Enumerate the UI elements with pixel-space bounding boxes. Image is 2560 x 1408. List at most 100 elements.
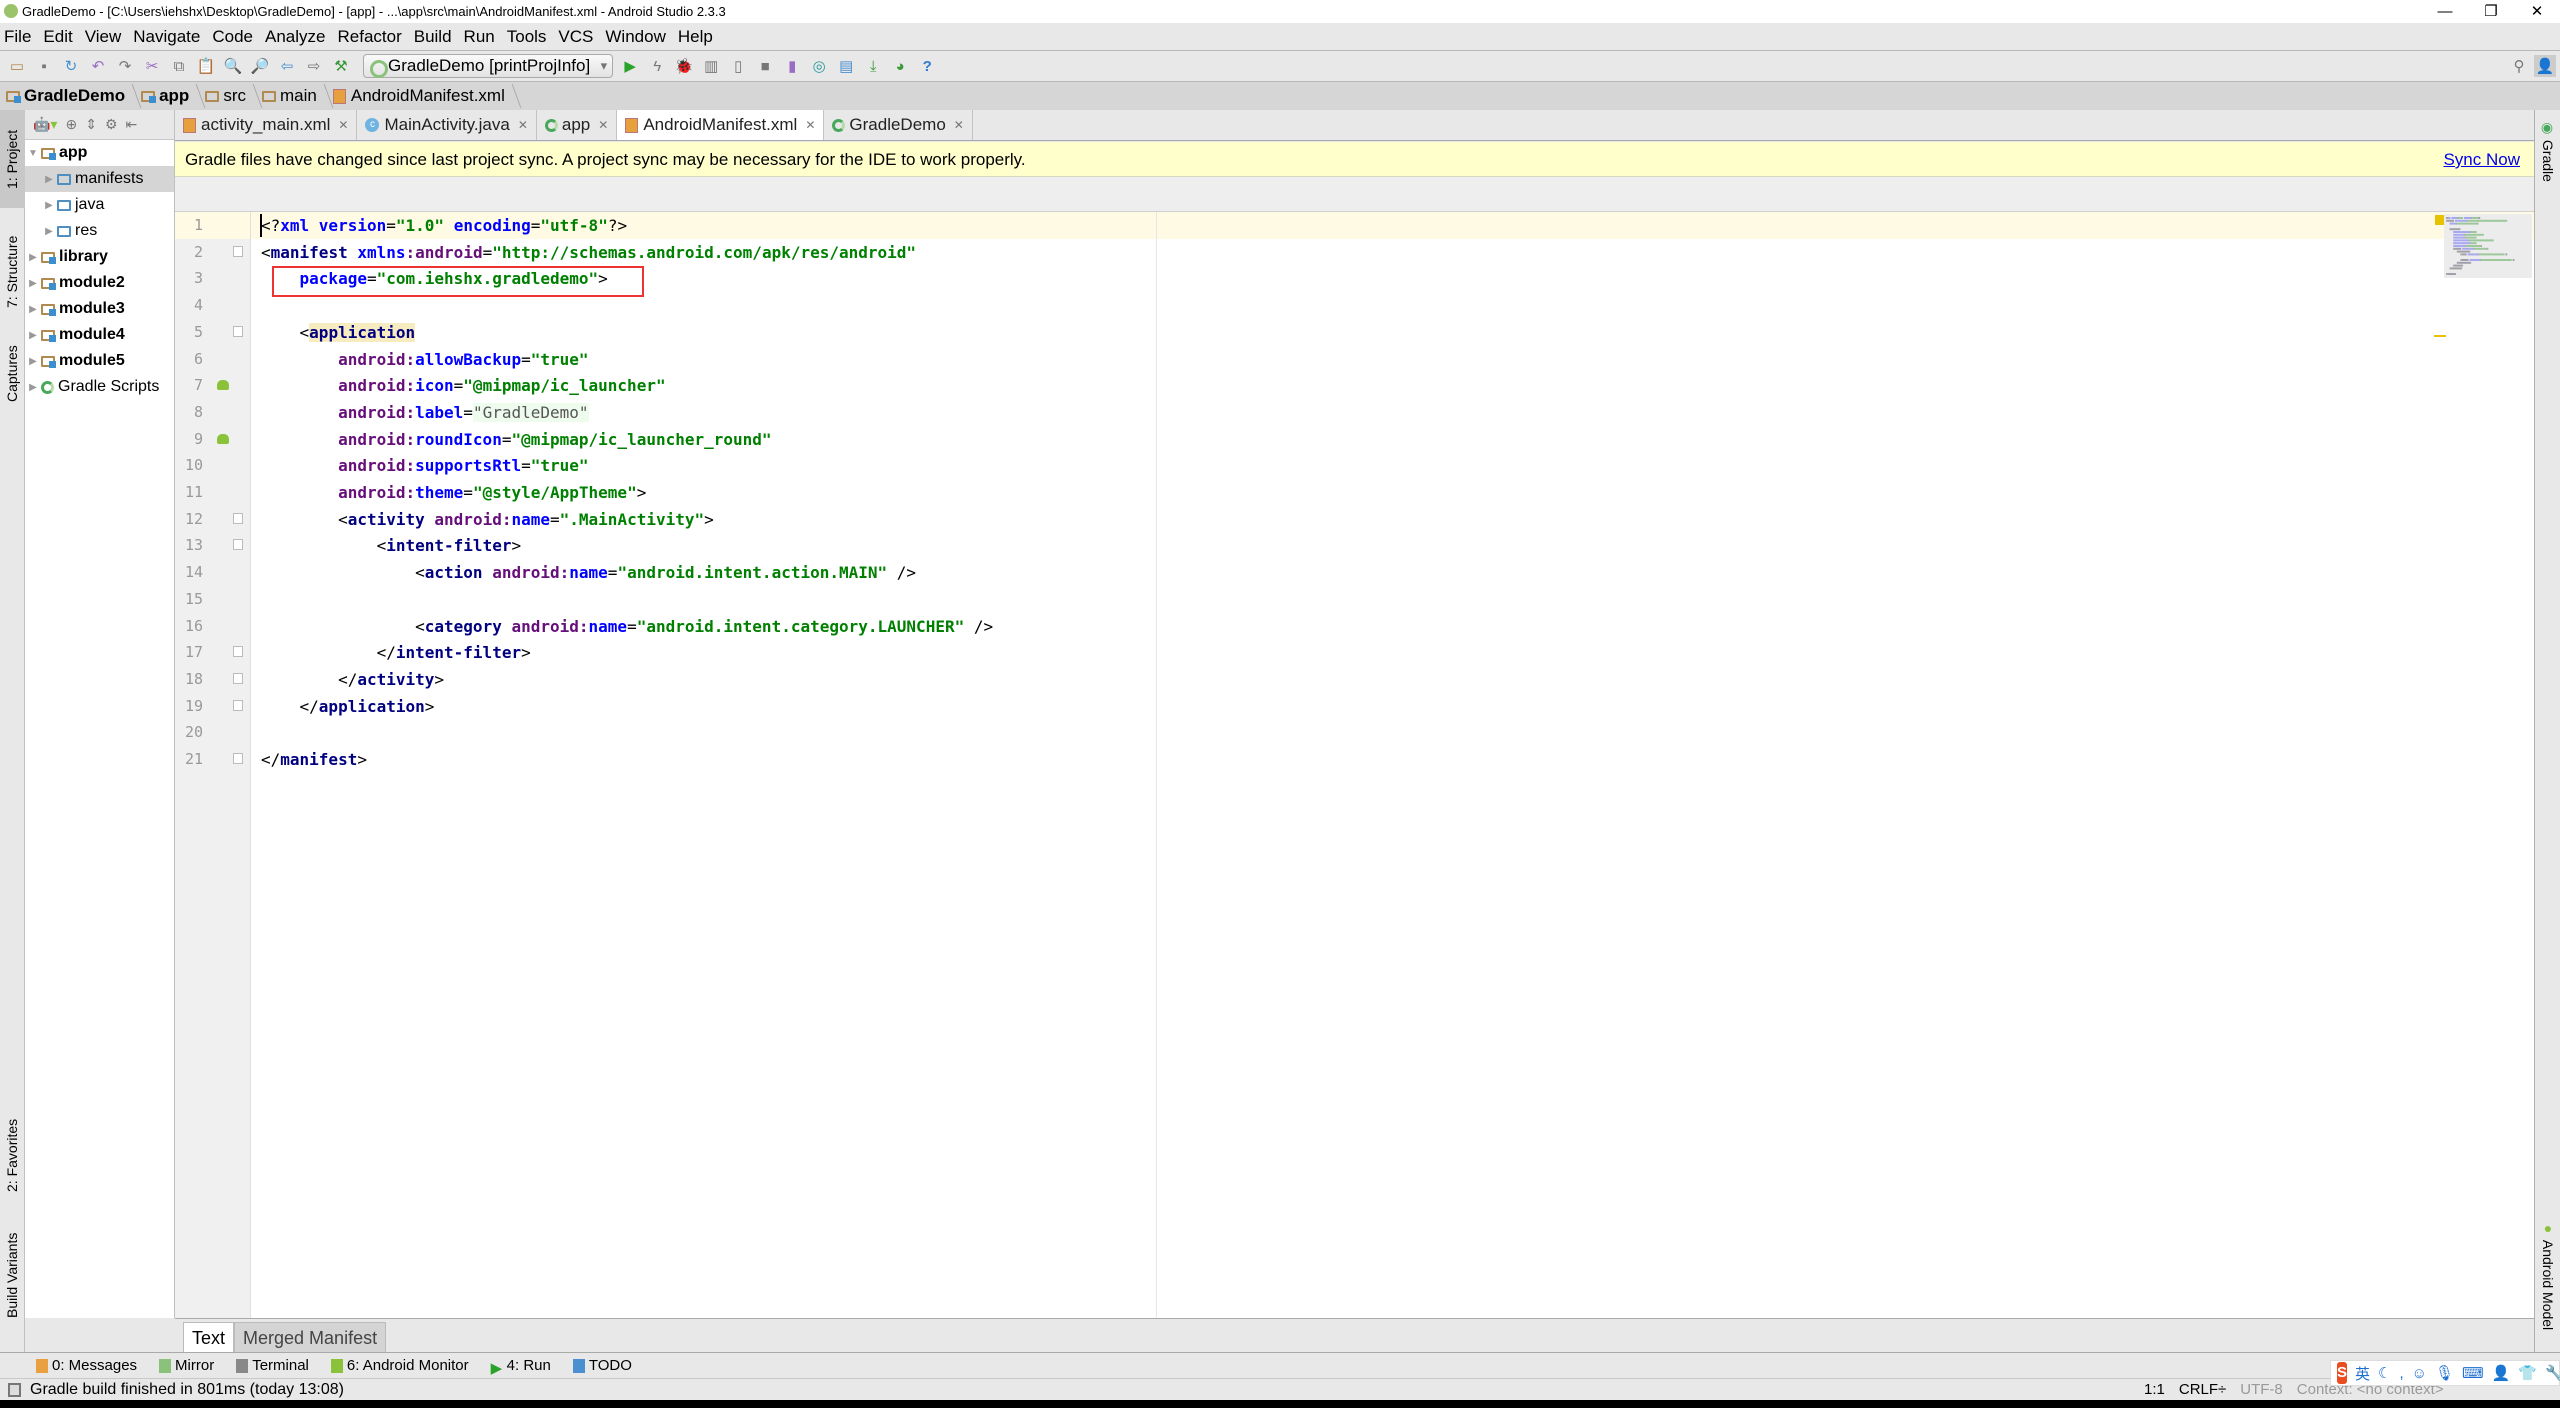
favorites-tool-tab[interactable]: 2: Favorites — [0, 1105, 25, 1205]
collapsed-arrow-icon[interactable]: ▶ — [25, 356, 41, 367]
replace-icon[interactable]: 🔎 — [249, 55, 271, 77]
apply-changes-icon[interactable]: ϟ — [646, 55, 668, 77]
forward-icon[interactable]: ⇨ — [303, 55, 325, 77]
collapsed-arrow-icon[interactable]: ▶ — [25, 330, 41, 341]
close-tab-icon[interactable]: ✕ — [338, 118, 348, 132]
wrench-icon[interactable]: 🔧 — [2545, 1364, 2560, 1382]
moon-icon[interactable]: ☾ — [2378, 1364, 2391, 1382]
back-icon[interactable]: ⇦ — [276, 55, 298, 77]
menu-code[interactable]: Code — [212, 27, 253, 47]
fold-marker-icon[interactable] — [233, 539, 243, 550]
user-icon[interactable]: 👤 — [2492, 1364, 2511, 1382]
merged-manifest-tab[interactable]: Merged Manifest — [234, 1322, 387, 1352]
breadcrumb-item[interactable]: src — [205, 86, 262, 106]
editor-tab[interactable]: c MainActivity.java ✕ — [357, 110, 537, 140]
caret-position[interactable]: 1:1 — [2144, 1379, 2165, 1401]
microphone-icon[interactable]: 🎙 — [2435, 1364, 2454, 1382]
collapse-all-icon[interactable]: ⇕ — [85, 116, 97, 133]
close-tab-icon[interactable]: ✕ — [805, 118, 815, 132]
tool-window-terminal[interactable]: Terminal — [236, 1357, 309, 1374]
android-view-select-icon[interactable]: 🤖▾ — [33, 116, 57, 133]
code-minimap[interactable] — [2444, 214, 2532, 278]
menu-navigate[interactable]: Navigate — [133, 27, 200, 47]
structure-tool-tab[interactable]: 7: Structure — [0, 220, 25, 324]
profile-icon[interactable]: ▥ — [700, 55, 722, 77]
gradle-sync-icon[interactable]: ◎ — [808, 55, 830, 77]
stop-icon[interactable]: ■ — [754, 55, 776, 77]
breadcrumb-item[interactable]: main — [262, 86, 333, 106]
emoji-icon[interactable]: ☺ — [2412, 1365, 2427, 1382]
menu-help[interactable]: Help — [678, 27, 713, 47]
breadcrumb-item[interactable]: AndroidManifest.xml — [332, 86, 521, 106]
collapsed-arrow-icon[interactable]: ▶ — [25, 278, 41, 289]
gradle-tool-tab[interactable]: ◉ Gradle — [2535, 120, 2560, 200]
editor-tab[interactable]: app ✕ — [537, 110, 618, 140]
tree-item[interactable]: ▶ Gradle Scripts — [25, 374, 174, 400]
breadcrumb-item[interactable]: GradleDemo — [6, 86, 141, 106]
menu-refactor[interactable]: Refactor — [337, 27, 401, 47]
breadcrumb-item[interactable]: app — [141, 86, 205, 106]
copy-icon[interactable]: ⧉ — [168, 55, 190, 77]
collapsed-arrow-icon[interactable]: ▶ — [25, 382, 41, 393]
tree-item[interactable]: ▶ res — [25, 218, 174, 244]
editor-tab[interactable]: AndroidManifest.xml ✕ — [617, 110, 825, 140]
redo-icon[interactable]: ↷ — [114, 55, 136, 77]
tree-item[interactable]: ▼ app — [25, 140, 174, 166]
menu-window[interactable]: Window — [605, 27, 665, 47]
avd-manager-icon[interactable]: ▮ — [781, 55, 803, 77]
hide-panel-icon[interactable]: ⇤ — [126, 116, 138, 133]
project-structure-icon[interactable]: ▤ — [835, 55, 857, 77]
menu-tools[interactable]: Tools — [507, 27, 547, 47]
sdk-manager-icon[interactable]: ⤓ — [862, 55, 884, 77]
save-icon[interactable]: ▪ — [33, 55, 55, 77]
fold-marker-icon[interactable] — [233, 246, 243, 257]
debug-icon[interactable]: 🐞 — [673, 55, 695, 77]
fold-marker-icon[interactable] — [233, 646, 243, 657]
tree-item[interactable]: ▶ module2 — [25, 270, 174, 296]
fold-marker-icon[interactable] — [233, 673, 243, 684]
settings-gear-icon[interactable]: ⚙ — [105, 116, 118, 133]
warning-stripe-mark[interactable] — [2434, 335, 2446, 337]
editor-tab[interactable]: GradleDemo ✕ — [824, 110, 973, 140]
search-everywhere-icon[interactable]: ⚲ — [2508, 55, 2530, 77]
collapsed-arrow-icon[interactable]: ▶ — [41, 200, 57, 211]
tree-item[interactable]: ▶ library — [25, 244, 174, 270]
menu-analyze[interactable]: Analyze — [265, 27, 325, 47]
sync-now-link[interactable]: Sync Now — [2443, 142, 2520, 177]
code-editor[interactable]: <?xml version="1.0" encoding="utf-8"?> <m… — [251, 212, 2534, 1318]
find-icon[interactable]: 🔍 — [222, 55, 244, 77]
collapsed-arrow-icon[interactable]: ▶ — [41, 174, 57, 185]
collapsed-arrow-icon[interactable]: ▶ — [25, 252, 41, 263]
cut-icon[interactable]: ✂ — [141, 55, 163, 77]
file-encoding[interactable]: UTF-8 — [2240, 1379, 2283, 1401]
collapsed-arrow-icon[interactable]: ▶ — [41, 226, 57, 237]
fold-marker-icon[interactable] — [233, 700, 243, 711]
make-project-icon[interactable]: ⚒ — [330, 55, 352, 77]
tool-window-run[interactable]: ▶ 4: Run — [491, 1357, 551, 1377]
toggle-tool-windows-icon[interactable] — [8, 1383, 21, 1397]
expanded-arrow-icon[interactable]: ▼ — [25, 148, 41, 159]
close-tab-icon[interactable]: ✕ — [954, 118, 964, 132]
ime-mode[interactable]: 英 — [2355, 1363, 2370, 1384]
open-icon[interactable]: ▭ — [6, 55, 28, 77]
tree-item[interactable]: ▶ java — [25, 192, 174, 218]
editor-tab[interactable]: activity_main.xml ✕ — [175, 110, 358, 140]
tool-window-todo[interactable]: TODO — [572, 1357, 632, 1374]
collapsed-arrow-icon[interactable]: ▶ — [25, 304, 41, 315]
menu-edit[interactable]: Edit — [43, 27, 72, 47]
fold-marker-icon[interactable] — [233, 753, 243, 764]
tool-window-messages[interactable]: 0: Messages — [36, 1357, 137, 1374]
menu-run[interactable]: Run — [464, 27, 495, 47]
scroll-from-source-icon[interactable]: ⊕ — [65, 116, 77, 133]
android-device-monitor-icon[interactable]: ◕ — [889, 55, 911, 77]
close-tab-icon[interactable]: ✕ — [518, 118, 528, 132]
tree-item[interactable]: ▶ module4 — [25, 322, 174, 348]
fold-marker-icon[interactable] — [233, 326, 243, 337]
text-tab[interactable]: Text — [183, 1322, 235, 1352]
line-separator[interactable]: CRLF÷ — [2179, 1379, 2226, 1401]
menu-vcs[interactable]: VCS — [558, 27, 593, 47]
captures-tool-tab[interactable]: Captures — [0, 334, 25, 414]
android-model-tool-tab[interactable]: ● Android Model — [2535, 1220, 2560, 1350]
close-tab-icon[interactable]: ✕ — [598, 118, 608, 132]
punctuation-icon[interactable]: , — [2399, 1365, 2403, 1382]
